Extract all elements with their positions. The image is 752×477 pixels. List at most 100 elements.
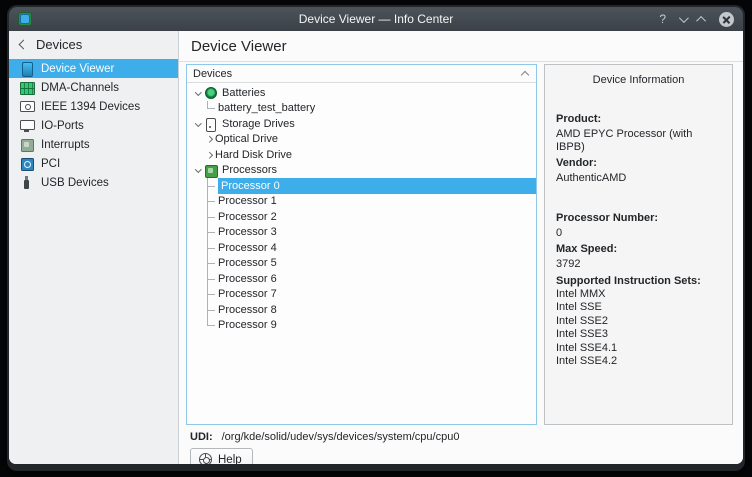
info-field-label: Vendor: — [556, 156, 721, 170]
info-field-value: Intel SSE — [556, 301, 721, 314]
sidebar-item-ieee-1394-devices[interactable]: IEEE 1394 Devices — [9, 97, 178, 116]
pci-icon — [20, 157, 33, 170]
info-field-value: Intel SSE2 — [556, 315, 721, 328]
dma-channels-icon — [20, 81, 33, 94]
sidebar-item-label: USB Devices — [41, 177, 109, 189]
sidebar-item-label: Interrupts — [41, 139, 90, 151]
tree-row-processors[interactable]: Processors — [187, 163, 536, 179]
tree-header-label: Devices — [193, 68, 232, 80]
expander-closed-icon[interactable] — [203, 153, 215, 158]
window-title: Device Viewer — Info Center — [9, 12, 743, 26]
tree-row-processor-9[interactable]: Processor 9 — [187, 318, 536, 334]
info-field-value: AuthenticAMD — [556, 172, 721, 185]
titlebar: Device Viewer — Info Center ? — [9, 7, 743, 31]
sort-ascending-icon — [521, 71, 529, 79]
tree-row-label: Processor 9 — [218, 319, 277, 331]
sidebar-back-header[interactable]: Devices — [9, 31, 178, 58]
minimize-icon[interactable] — [679, 13, 689, 23]
tree-row-processor-2[interactable]: Processor 2 — [187, 209, 536, 225]
tree-row-optical-drive[interactable]: Optical Drive — [187, 132, 536, 148]
tree-row-processor-1[interactable]: Processor 1 — [187, 194, 536, 210]
tree-row-processor-6[interactable]: Processor 6 — [187, 271, 536, 287]
sidebar-item-dma-channels[interactable]: DMA-Channels — [9, 78, 178, 97]
processor-icon — [204, 164, 216, 176]
help-button[interactable]: Help — [190, 448, 253, 464]
usb-icon — [20, 176, 33, 189]
tree-row-label: Processor 5 — [218, 257, 277, 269]
back-chevron-icon — [19, 40, 29, 50]
info-group: Product:AMD EPYC Processor (with IBPB)Ve… — [556, 112, 721, 185]
tree-column-header[interactable]: Devices — [187, 65, 536, 83]
sidebar-item-interrupts[interactable]: Interrupts — [9, 135, 178, 154]
udi-value: /org/kde/solid/udev/sys/devices/system/c… — [222, 431, 460, 443]
page-title: Device Viewer — [179, 31, 743, 62]
tree-row-label: battery_test_battery — [218, 102, 315, 114]
app-window: Device Viewer — Info Center ? Devices De… — [7, 5, 745, 471]
tree-row-hard-disk-drive[interactable]: Hard Disk Drive — [187, 147, 536, 163]
tree-row-label: Processor 8 — [218, 304, 277, 316]
tree-branch-line — [203, 225, 215, 241]
info-field-value: AMD EPYC Processor (with IBPB) — [556, 128, 721, 153]
sidebar-item-label: PCI — [41, 158, 60, 170]
sidebar-item-label: DMA-Channels — [41, 82, 119, 94]
sidebar-item-device-viewer[interactable]: Device Viewer — [9, 59, 178, 78]
maximize-icon[interactable] — [696, 15, 706, 25]
tree-branch-line — [203, 318, 215, 334]
sidebar-item-usb-devices[interactable]: USB Devices — [9, 173, 178, 192]
expander-closed-icon[interactable] — [203, 137, 215, 142]
info-field-label: Processor Number: — [556, 211, 721, 225]
tree-branch-line — [203, 302, 215, 318]
tree-row-battery-test-battery[interactable]: battery_test_battery — [187, 101, 536, 117]
sidebar-item-pci[interactable]: PCI — [9, 154, 178, 173]
tree-branch-line — [203, 271, 215, 287]
tree-branch-line — [203, 209, 215, 225]
tree-row-processor-5[interactable]: Processor 5 — [187, 256, 536, 272]
tree-row-label: Storage Drives — [222, 118, 295, 130]
sidebar-item-label: IEEE 1394 Devices — [41, 101, 140, 113]
window-content: Devices Device Viewer DMA-Channels IEEE … — [9, 31, 743, 464]
tree-row-label: Processor 7 — [218, 288, 277, 300]
tree-row-batteries[interactable]: Batteries — [187, 85, 536, 101]
tree-branch-line — [203, 178, 215, 194]
info-field-value: Intel SSE3 — [556, 328, 721, 341]
help-window-button[interactable]: ? — [659, 13, 666, 25]
tree-row-processor-0[interactable]: Processor 0 — [187, 178, 536, 194]
info-group: Processor Number: 0 Max Speed: 3792 Supporte… — [556, 211, 721, 368]
sidebar-item-io-ports[interactable]: IO-Ports — [9, 116, 178, 135]
help-row: Help — [179, 445, 743, 464]
tree-row-processor-4[interactable]: Processor 4 — [187, 240, 536, 256]
sidebar-list: Device Viewer DMA-Channels IEEE 1394 Dev… — [9, 58, 178, 192]
tree-row-label: Processor 0 — [218, 178, 536, 194]
info-field-value: Intel MMX — [556, 288, 721, 301]
tree-row-processor-8[interactable]: Processor 8 — [187, 302, 536, 318]
tree-row-processor-7[interactable]: Processor 7 — [187, 287, 536, 303]
main-body: Devices Batteries battery_test_battery S… — [179, 62, 743, 425]
device-info-panel: Device Information Product:AMD EPYC Proc… — [544, 64, 733, 425]
help-button-label: Help — [218, 454, 242, 465]
info-field-value: 3792 — [556, 258, 721, 271]
expander-open-icon[interactable] — [192, 92, 204, 95]
close-icon[interactable] — [719, 12, 734, 27]
tree-row-processor-3[interactable]: Processor 3 — [187, 225, 536, 241]
tree-row-label: Processor 4 — [218, 242, 277, 254]
tree-row-label: Processor 6 — [218, 273, 277, 285]
tree-row-label: Optical Drive — [215, 133, 278, 145]
info-field-label: Supported Instruction Sets: — [556, 274, 721, 288]
device-tree-panel: Devices Batteries battery_test_battery S… — [186, 64, 537, 425]
sidebar-item-label: IO-Ports — [41, 120, 84, 132]
info-field-label: Max Speed: — [556, 242, 721, 256]
udi-row: UDI: /org/kde/solid/udev/sys/devices/sys… — [179, 425, 743, 445]
tree-row-storage-drives[interactable]: Storage Drives — [187, 116, 536, 132]
info-panel-title: Device Information — [556, 74, 721, 86]
help-lifebuoy-icon — [199, 453, 212, 464]
tree-row-label: Hard Disk Drive — [215, 149, 292, 161]
tree-row-label: Processor 2 — [218, 211, 277, 223]
device-tree: Batteries battery_test_battery Storage D… — [187, 83, 536, 333]
expander-open-icon[interactable] — [192, 123, 204, 126]
tree-branch-line — [203, 287, 215, 303]
info-field-value: 0 — [556, 227, 721, 240]
info-field-value: Intel SSE4.1 — [556, 342, 721, 355]
sidebar-header-label: Devices — [36, 37, 82, 52]
expander-open-icon[interactable] — [192, 169, 204, 172]
battery-icon — [204, 87, 216, 99]
